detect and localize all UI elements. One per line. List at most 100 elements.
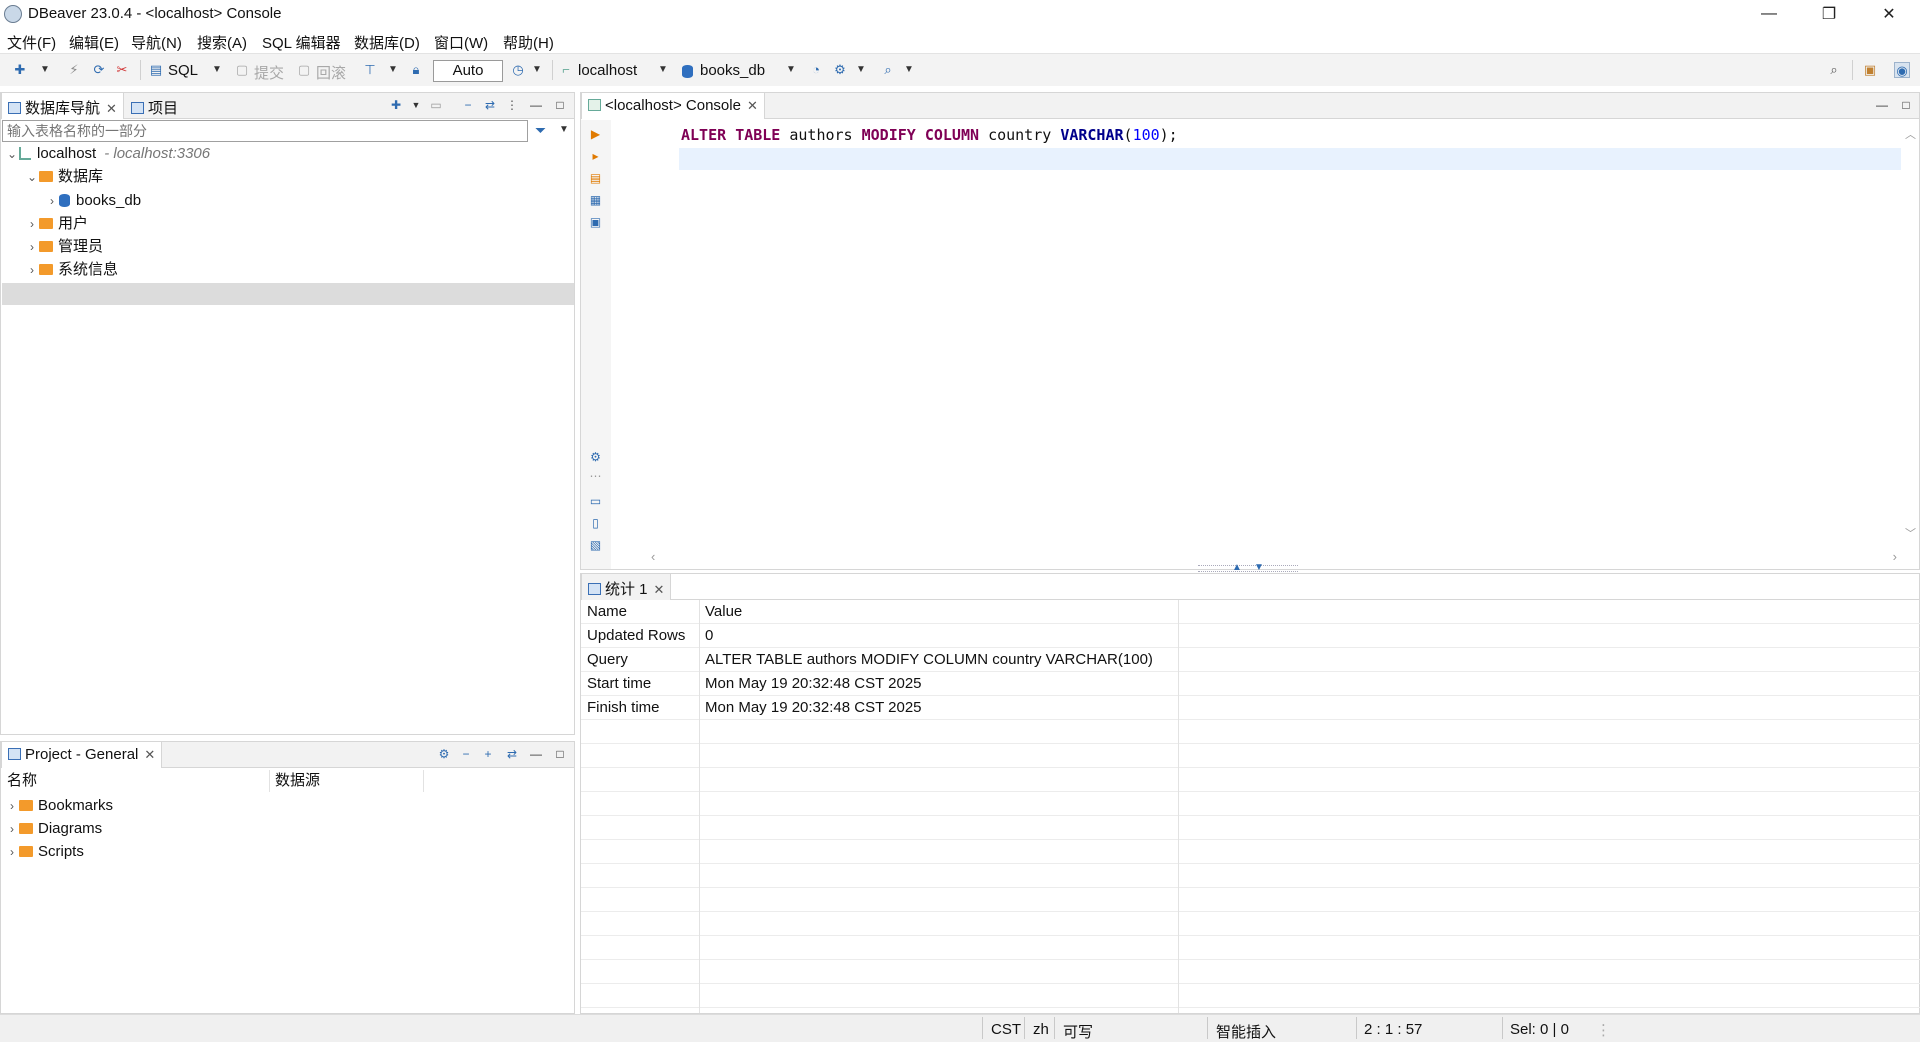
filter-dropdown-icon[interactable]: ▼ (559, 124, 569, 135)
find-icon[interactable]: ⌕ (880, 62, 896, 78)
more-icon[interactable]: ⋯ (589, 470, 602, 483)
collapse-all-icon[interactable]: − (461, 98, 475, 112)
open-perspective-icon[interactable]: ▣ (1862, 62, 1878, 78)
menu-search[interactable]: 搜索(A) (197, 32, 247, 53)
sql-editor-icon[interactable]: ▤ (148, 62, 164, 78)
chevron-down-icon[interactable]: ⌄ (5, 143, 19, 165)
chevron-right-icon[interactable]: › (25, 236, 39, 258)
results-splitter-handle[interactable] (1198, 565, 1298, 572)
search-icon[interactable]: ⌕ (1826, 62, 1842, 78)
filter-icon[interactable]: ⏷ (535, 122, 546, 139)
maximize-view-icon[interactable]: □ (553, 747, 567, 761)
sql-button-label[interactable]: SQL (168, 62, 198, 79)
tree-item-databases[interactable]: ⌄ 数据库 (25, 166, 103, 188)
project-item-diagrams[interactable]: › Diagrams (5, 818, 102, 840)
scroll-left-icon[interactable]: ‹ (651, 549, 655, 564)
execute-in-new-tab-icon[interactable]: ▸ (589, 150, 602, 163)
transaction-mode-dropdown-icon[interactable]: ▼ (388, 62, 398, 78)
chevron-right-icon[interactable]: › (5, 818, 19, 840)
close-icon[interactable]: ✕ (106, 101, 117, 116)
execute-script-icon[interactable]: ▤ (589, 172, 602, 185)
new-connection-dropdown-icon[interactable]: ▼ (40, 62, 50, 78)
tools-dropdown-icon[interactable]: ▼ (856, 62, 866, 78)
commit-button-label[interactable]: 提交 (254, 62, 284, 83)
maximize-view-icon[interactable]: □ (1899, 98, 1913, 112)
chevron-right-icon[interactable]: › (5, 795, 19, 817)
gear-icon[interactable]: ⚙ (589, 451, 602, 464)
restore-results-icon[interactable]: ▼ (1254, 562, 1264, 573)
column-header-name[interactable]: 名称 (7, 770, 37, 792)
minimize-view-icon[interactable]: — (529, 747, 543, 761)
dashboard-icon[interactable]: ◔ (808, 62, 824, 78)
find-dropdown-icon[interactable]: ▼ (904, 62, 914, 78)
rollback-icon[interactable]: ▢ (296, 62, 312, 78)
menu-database[interactable]: 数据库(D) (354, 32, 420, 53)
load-script-icon[interactable]: ▯ (589, 517, 602, 530)
project-item-scripts[interactable]: › Scripts (5, 841, 84, 863)
menu-help[interactable]: 帮助(H) (503, 32, 554, 53)
menu-edit[interactable]: 编辑(E) (69, 32, 119, 53)
table-row[interactable]: Updated Rows 0 (581, 624, 1920, 648)
sql-editor-text-area[interactable]: ALTER TABLE authors MODIFY COLUMN countr… (611, 120, 1901, 547)
navigator-filter-input[interactable] (2, 120, 528, 142)
lock-icon[interactable]: 🔒︎ (408, 62, 424, 78)
tab-projects[interactable]: 项目 (125, 93, 184, 119)
database-dropdown-icon[interactable]: ▼ (786, 62, 796, 78)
gear-icon[interactable]: ⚙ (437, 747, 451, 761)
menu-navigate[interactable]: 导航(N) (131, 32, 182, 53)
tree-item-connection[interactable]: ⌄ localhost - localhost:3306 (5, 143, 210, 165)
execute-statement-icon[interactable]: ▶ (589, 128, 602, 141)
column-header-name[interactable]: Name (581, 600, 627, 624)
column-header-datasource[interactable]: 数据源 (275, 770, 320, 792)
chevron-down-icon[interactable]: ⌄ (25, 166, 39, 188)
minimize-view-icon[interactable]: — (1875, 98, 1889, 112)
new-connection-dropdown-icon[interactable]: ▼ (409, 98, 423, 112)
active-database[interactable]: books_db (700, 62, 765, 79)
scroll-right-icon[interactable]: › (1893, 549, 1897, 564)
table-row[interactable]: Finish time Mon May 19 20:32:48 CST 2025 (581, 696, 1920, 720)
menu-file[interactable]: 文件(F) (7, 32, 56, 53)
tools-icon[interactable]: ⚙ (832, 62, 848, 78)
project-item-bookmarks[interactable]: › Bookmarks (5, 795, 113, 817)
tab-console[interactable]: <localhost> Console ✕ (581, 93, 765, 119)
new-connection-icon[interactable]: ✚ (12, 62, 28, 78)
explain-plan-icon[interactable]: ▦ (589, 194, 602, 207)
editor-vertical-scrollbar[interactable]: ︿ ﹀ (1901, 120, 1919, 547)
tab-statistics[interactable]: 统计 1 ✕ (581, 574, 672, 600)
expand-icon[interactable]: + (481, 747, 495, 761)
reconnect-icon[interactable]: ⟳ (91, 62, 107, 78)
chevron-right-icon[interactable]: › (25, 213, 39, 235)
tree-item-books-db[interactable]: › books_db (45, 190, 141, 212)
new-folder-icon[interactable]: ▭ (429, 98, 443, 112)
scroll-up-icon[interactable]: ︿ (1905, 126, 1916, 142)
collapse-all-icon[interactable]: − (459, 747, 473, 761)
dbeaver-perspective-icon[interactable]: ◉ (1894, 62, 1910, 78)
disconnect-icon[interactable]: ✂ (114, 62, 130, 78)
menu-window[interactable]: 窗口(W) (434, 32, 488, 53)
tab-database-navigator[interactable]: 数据库导航 ✕ (1, 93, 124, 119)
tree-item-users[interactable]: › 用户 (25, 213, 88, 235)
history-dropdown-icon[interactable]: ▼ (532, 62, 542, 78)
maximize-view-icon[interactable]: □ (553, 98, 567, 112)
active-datasource[interactable]: localhost (578, 62, 637, 79)
commit-icon[interactable]: ▢ (234, 62, 250, 78)
new-connection-icon[interactable]: ✚ (389, 98, 403, 112)
connect-icon[interactable]: ⚡ (66, 62, 82, 78)
restore-button[interactable]: ❐ (1806, 0, 1852, 28)
export-icon[interactable]: ▭ (589, 495, 602, 508)
tree-item-system-info[interactable]: › 系统信息 (25, 259, 118, 281)
maximize-results-icon[interactable]: ▲ (1232, 562, 1242, 573)
datasource-dropdown-icon[interactable]: ▼ (658, 62, 668, 78)
tree-item-admins[interactable]: › 管理员 (25, 236, 103, 258)
transaction-mode-field[interactable]: Auto (433, 60, 503, 82)
rollback-button-label[interactable]: 回滚 (316, 62, 346, 83)
close-icon[interactable]: ✕ (144, 747, 155, 762)
menu-sql-editor[interactable]: SQL 编辑器 (262, 32, 341, 53)
transaction-mode-icon[interactable]: ⊤ (362, 62, 378, 78)
table-row[interactable]: Start time Mon May 19 20:32:48 CST 2025 (581, 672, 1920, 696)
history-icon[interactable]: ◷ (510, 62, 526, 78)
column-header-value[interactable]: Value (699, 600, 742, 624)
link-with-editor-icon[interactable]: ⇄ (505, 747, 519, 761)
sql-dropdown-icon[interactable]: ▼ (212, 62, 222, 78)
link-with-editor-icon[interactable]: ⇄ (483, 98, 497, 112)
